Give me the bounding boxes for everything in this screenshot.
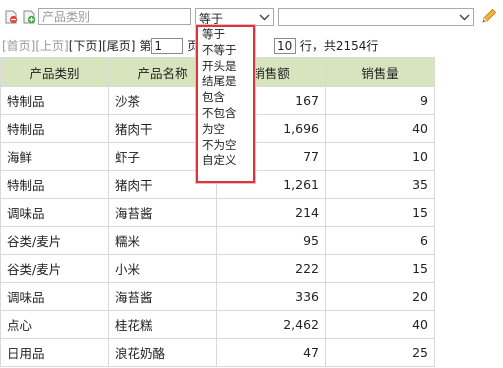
rows-per-page-input[interactable]: 10 [274,37,296,54]
operator-option[interactable]: 不等于 [198,43,253,59]
first-page-link[interactable]: [首页] [2,39,35,53]
rows-summary-label: 行，共2154行 [299,39,379,53]
table-cell: 小米 [108,254,217,283]
table-cell: 海苔酱 [108,198,217,227]
operator-option[interactable]: 等于 [198,27,253,43]
add-filter-icon[interactable] [22,10,36,24]
chevron-down-icon[interactable] [456,9,473,25]
last-page-link[interactable]: [尾页] [102,39,135,53]
operator-option[interactable]: 包含 [198,90,253,106]
table-cell: 40 [325,114,435,143]
table-cell: 特制品 [0,170,109,199]
table-cell: 调味品 [0,282,109,311]
table-cell: 海鲜 [0,142,109,171]
pager: [首页][上页][下页][尾页] 第1 页 [2,37,199,54]
filter-value-select[interactable] [278,8,474,26]
operator-option[interactable]: 不为空 [198,138,253,154]
column-header[interactable]: 销售量 [325,57,435,87]
table-cell: 桂花糕 [108,310,217,339]
chevron-down-icon[interactable] [256,9,273,25]
table-cell: 特制品 [0,114,109,143]
table-row: 日用品 浪花奶酪 47 25 [0,338,435,367]
table-cell: 谷类/麦片 [0,226,109,255]
table-cell: 336 [216,282,326,311]
next-page-link[interactable]: [下页] [69,39,102,53]
remove-filter-icon[interactable] [4,10,18,24]
table-cell: 调味品 [0,198,109,227]
table-cell: 9 [325,86,435,115]
table-row: 调味品 海苔酱 336 20 [0,282,435,311]
operator-option[interactable]: 自定义 [198,153,253,169]
operator-select[interactable]: 等于 [195,8,274,26]
table-cell: 点心 [0,310,109,339]
page-prefix-label: 第 [139,39,152,53]
table-row: 点心 桂花糕 2,462 40 [0,310,435,339]
table-row: 谷类/麦片 小米 222 15 [0,254,435,283]
table-cell: 6 [325,226,435,255]
edit-pencil-icon[interactable] [480,7,498,25]
table-cell: 20 [325,282,435,311]
table-cell: 214 [216,198,326,227]
table-cell: 40 [325,310,435,339]
table-cell: 95 [216,226,326,255]
table-cell: 2,462 [216,310,326,339]
column-header[interactable]: 产品类别 [0,57,109,87]
operator-option[interactable]: 不包含 [198,106,253,122]
prev-page-link[interactable]: [上页] [35,39,68,53]
table-cell: 10 [325,142,435,171]
table-row: 调味品 海苔酱 214 15 [0,198,435,227]
table-cell: 日用品 [0,338,109,367]
operator-option[interactable]: 开头是 [198,59,253,75]
operator-option[interactable]: 结尾是 [198,74,253,90]
table-cell: 浪花奶酪 [108,338,217,367]
table-cell: 47 [216,338,326,367]
page-number-input[interactable]: 1 [151,37,184,54]
table-cell: 35 [325,170,435,199]
table-row: 谷类/麦片 糯米 95 6 [0,226,435,255]
table-cell: 222 [216,254,326,283]
table-cell: 糯米 [108,226,217,255]
operator-option[interactable]: 为空 [198,122,253,138]
table-cell: 海苔酱 [108,282,217,311]
operator-dropdown-list: 等于 不等于 开头是 结尾是 包含 不包含 为空 不为空 自定义 [196,25,255,183]
table-cell: 谷类/麦片 [0,254,109,283]
filter-field-input[interactable] [38,8,191,25]
table-cell: 25 [325,338,435,367]
table-cell: 15 [325,198,435,227]
table-cell: 15 [325,254,435,283]
table-cell: 特制品 [0,86,109,115]
